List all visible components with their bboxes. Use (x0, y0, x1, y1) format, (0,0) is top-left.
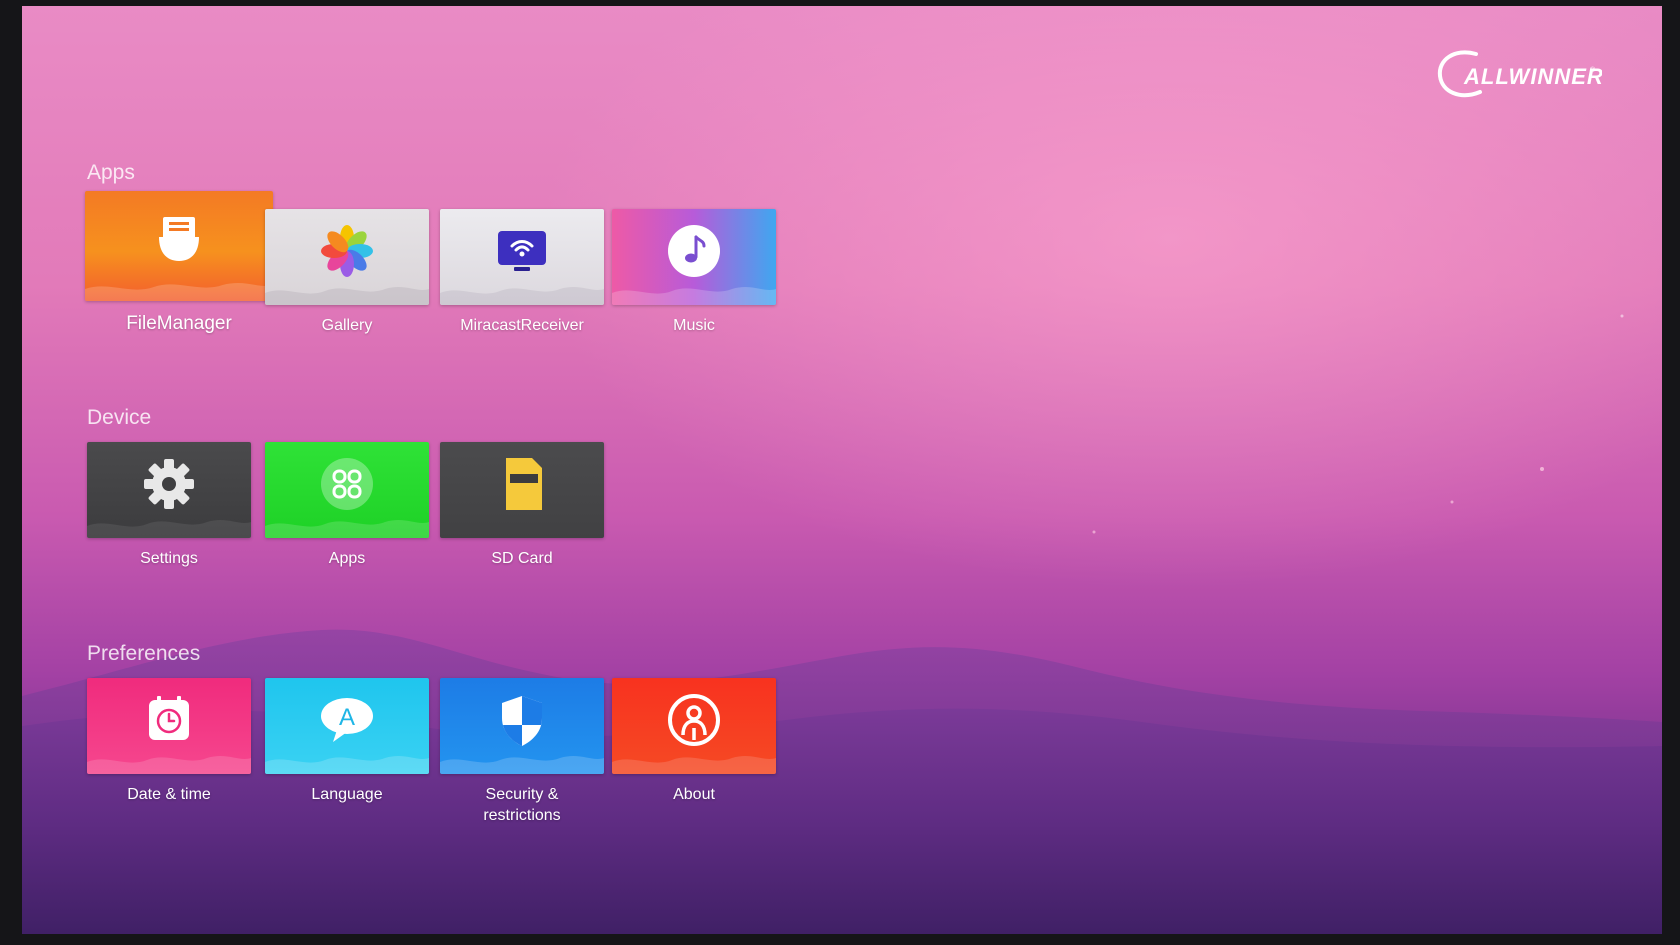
tile-label: MiracastReceiver (460, 317, 584, 334)
about-person-icon (668, 694, 720, 747)
sd-card-icon (506, 458, 542, 511)
svg-text:ALLWINNER: ALLWINNER (1463, 64, 1602, 89)
tile-miracastreceiver[interactable]: MiracastReceiver (440, 209, 604, 336)
allwinner-logo: ALLWINNER ® (1432, 40, 1603, 110)
section-title-apps: Apps (87, 161, 135, 184)
file-manager-icon (159, 217, 199, 262)
tile-label: Language (311, 786, 383, 803)
tile-security-restrictions[interactable]: Security & restrictions (440, 678, 604, 826)
shield-icon (502, 696, 542, 747)
tile-filemanager[interactable]: FileManager (85, 191, 273, 334)
svg-text:®: ® (1590, 66, 1596, 74)
tile-music[interactable]: Music (612, 209, 776, 336)
tile-label: Security & restrictions (483, 786, 561, 824)
section-title-preferences: Preferences (87, 642, 201, 665)
gear-icon (144, 459, 194, 510)
language-bubble-icon: A (321, 698, 373, 743)
tile-about[interactable]: About (612, 678, 776, 805)
tile-label: Date & time (127, 786, 211, 803)
tile-label: Music (673, 317, 715, 334)
section-title-device: Device (87, 406, 152, 429)
tile-settings[interactable]: Settings (87, 442, 251, 569)
tile-label: Gallery (321, 317, 373, 334)
tile-label: FileManager (126, 313, 232, 334)
tile-label: SD Card (491, 550, 553, 567)
music-note-icon (668, 225, 720, 278)
svg-text:A: A (339, 704, 355, 731)
launcher-screen: ALLWINNER ® Apps FileManager Gallery Mir… (22, 6, 1662, 934)
tile-apps[interactable]: Apps (265, 442, 429, 569)
tile-label: About (673, 786, 715, 803)
clock-icon (149, 696, 189, 741)
tile-sd-card[interactable]: SD Card (440, 442, 604, 569)
tile-date-time[interactable]: Date & time (87, 678, 251, 805)
tile-language[interactable]: A Language (265, 678, 429, 805)
apps-grid-icon (321, 458, 373, 511)
tile-label: Apps (328, 550, 366, 567)
tile-label: Settings (140, 550, 198, 567)
gallery-pinwheel-icon (321, 225, 373, 278)
tile-gallery[interactable]: Gallery (265, 209, 429, 336)
miracast-wifi-display-icon (498, 231, 546, 272)
